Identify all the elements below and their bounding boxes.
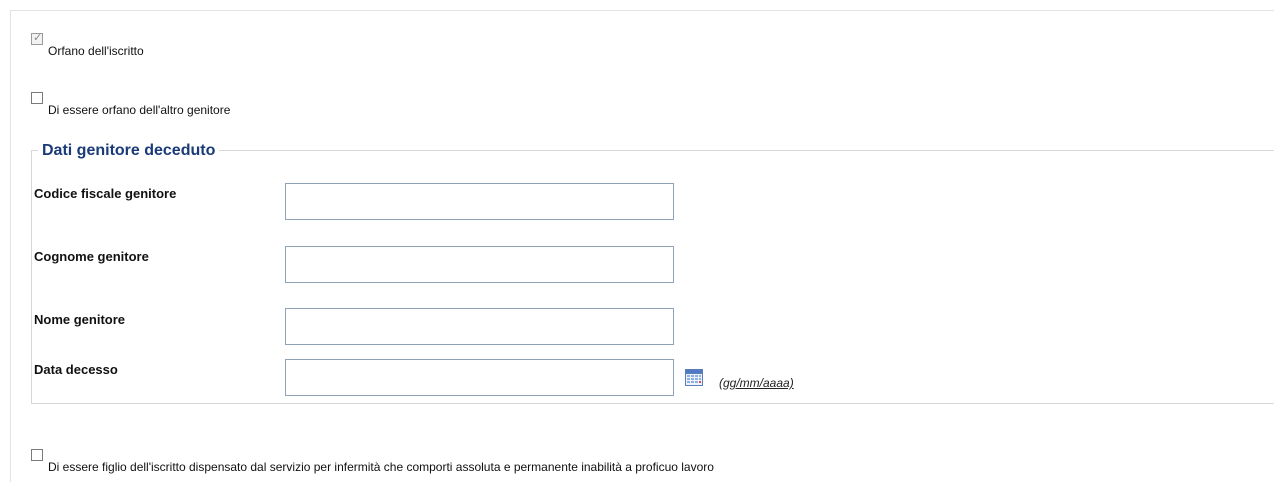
orfano-iscritto-label: Orfano dell'iscritto	[48, 44, 144, 58]
calendar-icon[interactable]	[685, 369, 703, 386]
data-decesso-input[interactable]	[285, 359, 674, 396]
codice-fiscale-label: Codice fiscale genitore	[34, 186, 177, 201]
figlio-dispensato-label: Di essere figlio dell'iscritto dispensat…	[48, 460, 714, 474]
orfano-altro-genitore-label: Di essere orfano dell'altro genitore	[48, 103, 231, 117]
cognome-label: Cognome genitore	[34, 249, 149, 264]
nome-input[interactable]	[285, 308, 674, 345]
nome-label: Nome genitore	[34, 312, 126, 327]
fieldset-legend: Dati genitore deceduto	[38, 142, 220, 160]
codice-fiscale-input[interactable]	[285, 183, 674, 220]
figlio-dispensato-checkbox[interactable]	[31, 449, 43, 461]
data-decesso-label: Data decesso	[34, 362, 118, 377]
orfano-iscritto-checkbox[interactable]: ✓	[31, 32, 43, 45]
check-icon: ✓	[33, 32, 43, 44]
cognome-input[interactable]	[285, 246, 674, 283]
orfano-altro-genitore-checkbox[interactable]	[31, 92, 43, 104]
date-format-link[interactable]: (gg/mm/aaaa)	[719, 376, 794, 390]
